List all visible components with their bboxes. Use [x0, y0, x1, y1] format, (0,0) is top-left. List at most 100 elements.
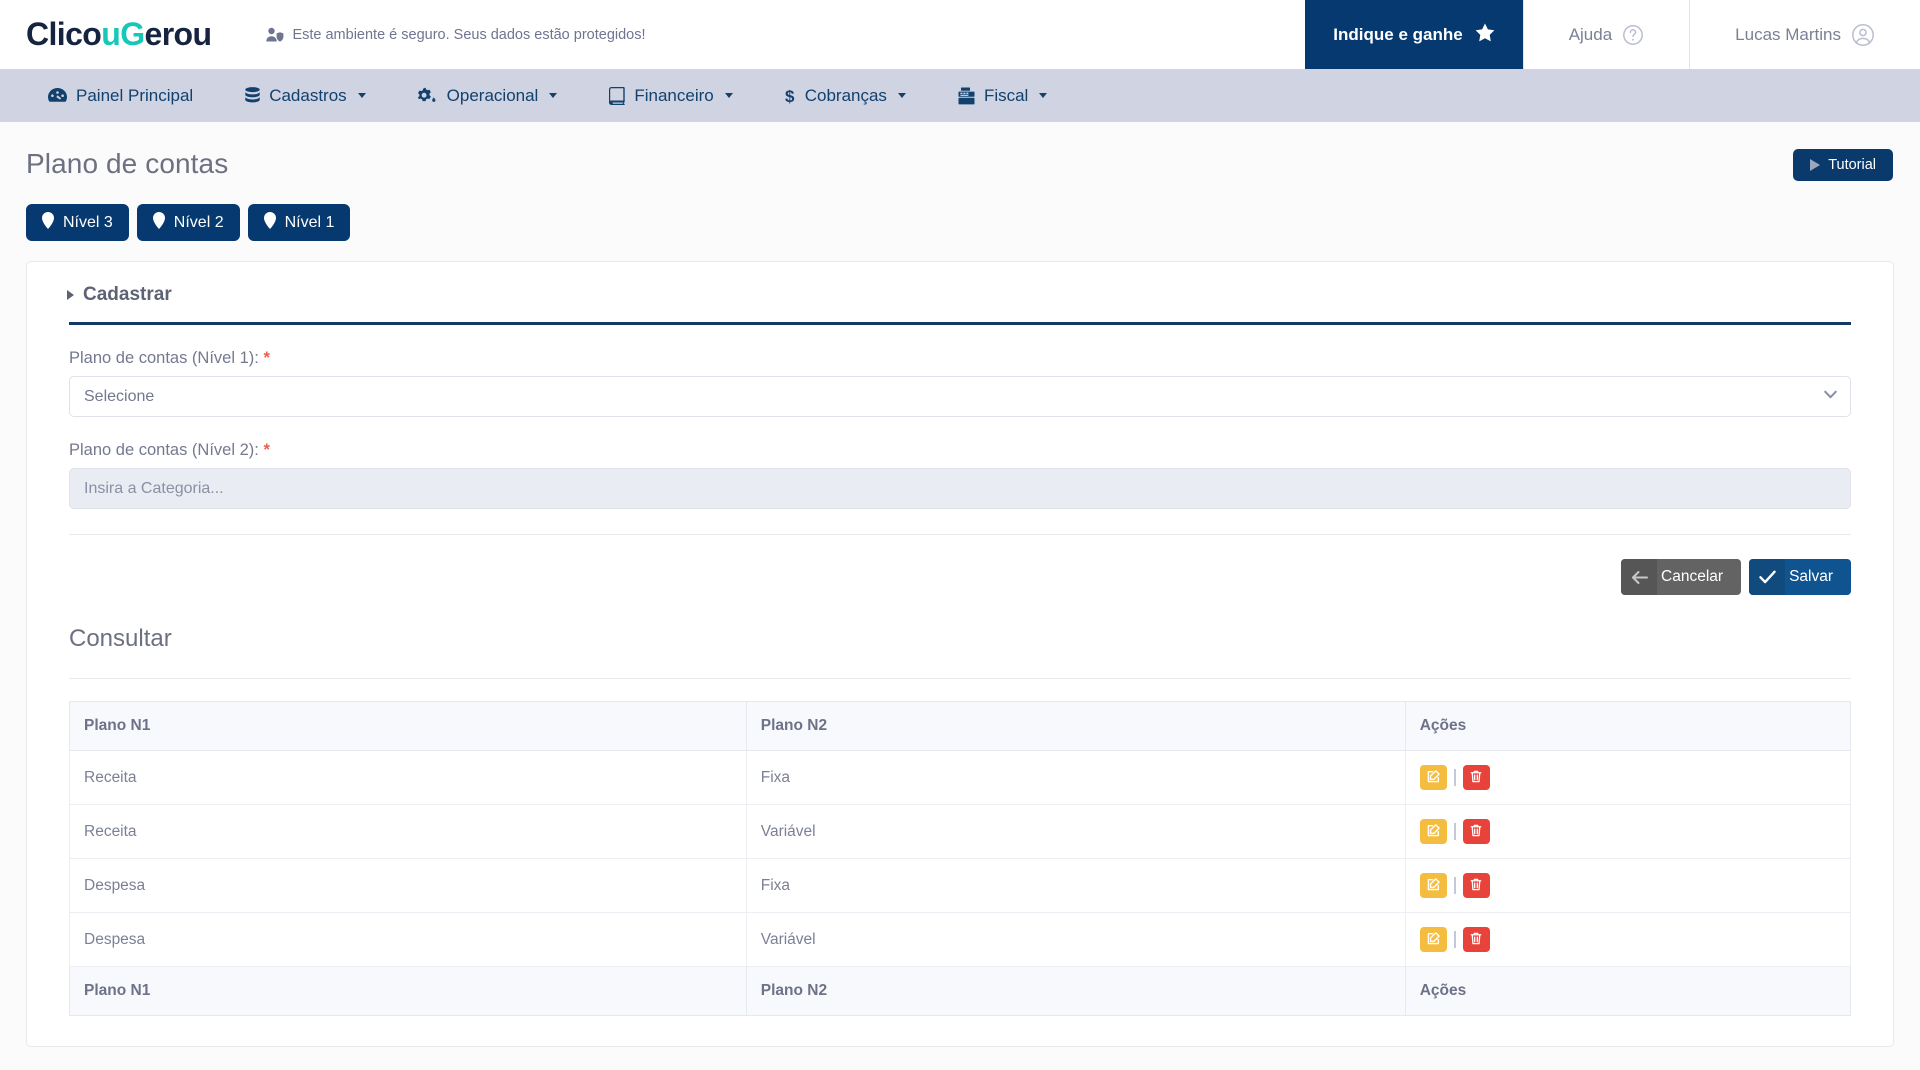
- secure-environment-message: Este ambiente é seguro. Seus dados estão…: [266, 27, 646, 43]
- cell-plano-n2: Fixa: [745, 750, 1406, 805]
- nav-item-operacional[interactable]: Operacional: [392, 69, 584, 122]
- logo-text-part2: u: [101, 16, 121, 52]
- save-button[interactable]: Salvar: [1749, 559, 1851, 595]
- tutorial-button[interactable]: Tutorial: [1793, 149, 1893, 181]
- level1-required-marker: *: [263, 349, 270, 367]
- cell-plano-n1: Despesa: [69, 858, 747, 913]
- arrow-left-icon: [1621, 559, 1658, 595]
- cadastrar-section-toggle[interactable]: Cadastrar: [47, 284, 1873, 306]
- chevron-down-icon: [724, 93, 733, 98]
- row-actions: [1419, 765, 1836, 790]
- delete-button[interactable]: [1462, 819, 1490, 844]
- cogs-icon: [417, 87, 438, 105]
- footer-plano-n2: Plano N2: [745, 966, 1406, 1016]
- user-circle-icon: [1851, 23, 1875, 47]
- nav-item-cadastros[interactable]: Cadastros: [219, 69, 391, 122]
- question-circle-icon: [1622, 24, 1644, 46]
- dollar-sign-icon: $: [785, 87, 796, 105]
- table-footer-row: Plano N1 Plano N2 Ações: [69, 966, 1852, 1016]
- footer-plano-n1: Plano N1: [69, 966, 747, 1016]
- nav-label: Painel Principal: [76, 85, 194, 105]
- trash-icon: [1470, 878, 1482, 894]
- cell-plano-n1: Despesa: [69, 912, 747, 967]
- tachometer-icon: [48, 87, 67, 104]
- cell-plano-n2: Variável: [745, 912, 1406, 967]
- edit-icon: [1427, 931, 1440, 948]
- nav-item-cobrancas[interactable]: $ Cobranças: [759, 69, 932, 122]
- chevron-down-icon: [357, 93, 366, 98]
- action-separator: [1453, 769, 1456, 786]
- level1-field-label: Plano de contas (Nível 1): *: [69, 349, 1851, 368]
- top-bar: ClicouGerou Este ambiente é seguro. Seus…: [0, 0, 1920, 69]
- level2-required-marker: *: [263, 441, 270, 459]
- cadastrar-section-title: Cadastrar: [83, 284, 172, 305]
- level-label: Nível 2: [173, 213, 224, 231]
- help-label: Ajuda: [1568, 24, 1613, 44]
- edit-button[interactable]: [1419, 765, 1447, 790]
- nav-label: Fiscal: [983, 85, 1029, 105]
- delete-button[interactable]: [1462, 873, 1490, 898]
- play-icon: [1810, 159, 1821, 171]
- level2-input[interactable]: [69, 468, 1851, 509]
- column-header-plano-n1[interactable]: Plano N1: [69, 701, 747, 751]
- trash-icon: [1470, 932, 1482, 948]
- cell-actions: [1404, 858, 1852, 913]
- help-button[interactable]: Ajuda: [1522, 0, 1689, 69]
- referral-button[interactable]: Indique e ganhe: [1305, 0, 1523, 69]
- page-header: Plano de contas Tutorial Nível 3 Nível 2: [0, 122, 1920, 241]
- nav-item-fiscal[interactable]: Fiscal: [932, 69, 1073, 122]
- action-separator: [1453, 823, 1456, 840]
- cell-plano-n1: Receita: [69, 750, 747, 805]
- delete-button[interactable]: [1462, 927, 1490, 952]
- cancel-label: Cancelar: [1661, 568, 1724, 585]
- star-icon: [1475, 23, 1495, 47]
- level-button-nivel-1[interactable]: Nível 1: [247, 204, 351, 241]
- delete-button[interactable]: [1462, 765, 1490, 790]
- column-header-acoes[interactable]: Ações: [1404, 701, 1852, 751]
- nav-item-financeiro[interactable]: Financeiro: [583, 69, 758, 122]
- footer-acoes: Ações: [1404, 966, 1852, 1016]
- logo-text-part4: erou: [144, 16, 213, 52]
- trash-icon: [1470, 770, 1482, 786]
- action-separator: [1453, 931, 1456, 948]
- cancel-button[interactable]: Cancelar: [1621, 559, 1742, 595]
- form-divider: [69, 534, 1851, 535]
- page-footer: Todos os Direitos Reservados © Clicou Ge…: [0, 1047, 1920, 1070]
- level1-label-text: Plano de contas (Nível 1):: [69, 349, 259, 367]
- nav-label: Financeiro: [634, 85, 714, 105]
- edit-button[interactable]: [1419, 927, 1447, 952]
- brand-logo[interactable]: ClicouGerou: [26, 16, 213, 53]
- cell-actions: [1404, 804, 1852, 859]
- user-shield-icon: [266, 27, 284, 43]
- logo-text-part1: Clico: [26, 16, 102, 52]
- level-button-nivel-2[interactable]: Nível 2: [136, 204, 240, 241]
- top-bar-left: ClicouGerou Este ambiente é seguro. Seus…: [0, 0, 1305, 69]
- user-name: Lucas Martins: [1735, 24, 1841, 44]
- nav-label: Operacional: [446, 85, 539, 105]
- cell-plano-n2: Fixa: [745, 858, 1406, 913]
- chevron-down-icon: [897, 93, 906, 98]
- column-header-plano-n2[interactable]: Plano N2: [745, 701, 1406, 751]
- row-actions: [1419, 873, 1836, 898]
- edit-button[interactable]: [1419, 819, 1447, 844]
- edit-button[interactable]: [1419, 873, 1447, 898]
- level2-field-label: Plano de contas (Nível 2): *: [69, 441, 1851, 460]
- map-marker-icon: [42, 211, 54, 234]
- tutorial-label: Tutorial: [1828, 157, 1876, 173]
- nav-item-painel-principal[interactable]: Painel Principal: [22, 69, 219, 122]
- level-button-nivel-3[interactable]: Nível 3: [26, 204, 129, 241]
- level1-select[interactable]: Selecione: [69, 376, 1851, 417]
- section-divider: [69, 322, 1851, 325]
- edit-icon: [1427, 769, 1440, 786]
- nav-label: Cobranças: [804, 85, 887, 105]
- table-body: Receita Fixa Receita Variável Despesa Fi…: [69, 750, 1852, 967]
- chevron-down-icon: [549, 93, 558, 98]
- check-icon: [1749, 559, 1786, 595]
- user-menu[interactable]: Lucas Martins: [1689, 0, 1920, 69]
- table-row: Despesa Fixa: [69, 858, 1852, 913]
- plano-de-contas-table: Plano N1 Plano N2 Ações Receita Fixa Rec…: [69, 701, 1852, 1016]
- database-icon: [245, 86, 260, 105]
- level-label: Nível 3: [63, 213, 113, 231]
- map-marker-icon: [152, 211, 165, 234]
- level2-label-text: Plano de contas (Nível 2):: [69, 441, 259, 459]
